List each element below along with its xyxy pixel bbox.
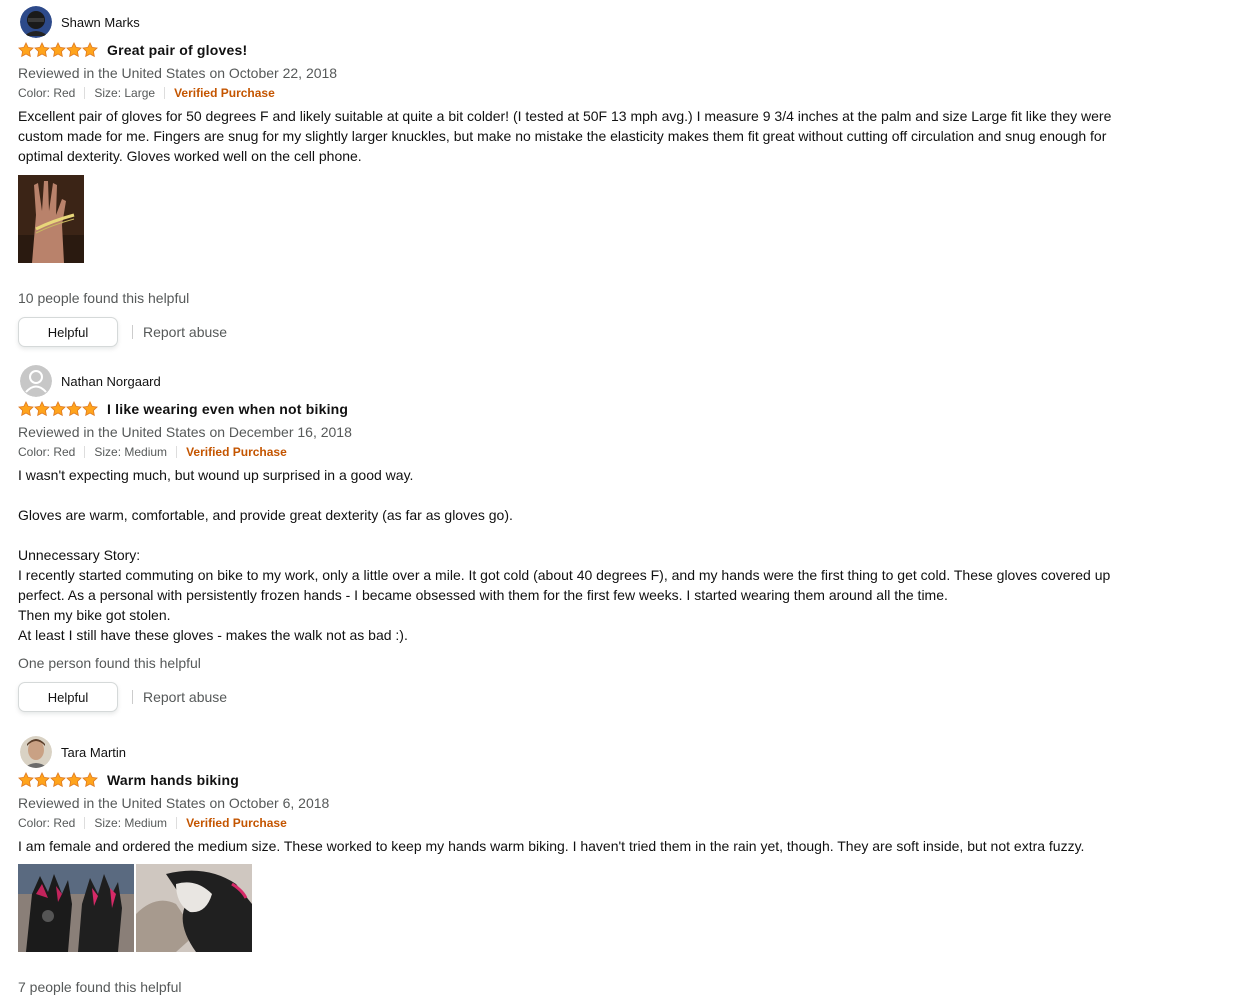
review-photo-thumbnail[interactable] — [18, 175, 84, 268]
star-icon — [50, 401, 66, 417]
star-icon — [34, 401, 50, 417]
color-option: Color: Red — [18, 86, 76, 100]
divider — [84, 87, 86, 99]
review-title[interactable]: Great pair of gloves! — [107, 42, 247, 58]
helpful-count: 7 people found this helpful — [18, 979, 182, 995]
reviewer-profile[interactable]: Nathan Norgaard — [18, 364, 1238, 398]
verified-purchase-badge: Verified Purchase — [174, 86, 275, 100]
star-icon — [66, 42, 82, 58]
divider — [164, 87, 166, 99]
divider — [176, 446, 178, 458]
star-icon — [50, 42, 66, 58]
avatar — [20, 6, 52, 38]
review-paragraph — [18, 485, 1133, 505]
review-photo-thumbnail[interactable] — [136, 864, 252, 957]
helpful-button[interactable]: Helpful — [18, 317, 118, 347]
review-title[interactable]: I like wearing even when not biking — [107, 401, 348, 417]
star-icon — [18, 42, 34, 58]
review-paragraph: Gloves are warm, comfortable, and provid… — [18, 507, 513, 523]
star-rating[interactable] — [18, 401, 98, 417]
divider — [84, 817, 86, 829]
color-option: Color: Red — [18, 445, 76, 459]
reviewer-name: Tara Martin — [61, 744, 127, 760]
review-paragraph: Unnecessary Story: — [18, 547, 141, 563]
report-abuse-link[interactable]: Report abuse — [143, 689, 227, 705]
star-icon — [34, 42, 50, 58]
review: Tara Martin Warm hands biking Reviewed i… — [18, 735, 1238, 997]
report-abuse-link[interactable]: Report abuse — [143, 324, 227, 340]
star-icon — [34, 772, 50, 788]
review: Nathan Norgaard I like wearing even when… — [18, 364, 1238, 712]
reviewer-name: Nathan Norgaard — [61, 373, 161, 389]
avatar — [20, 736, 52, 768]
review-paragraph: At least I still have these gloves - mak… — [18, 627, 408, 643]
review-paragraph: Then my bike got stolen. — [18, 607, 171, 623]
reviewer-name: Shawn Marks — [61, 14, 140, 30]
review-paragraph: I am female and ordered the medium size.… — [18, 838, 1085, 854]
star-icon — [66, 401, 82, 417]
review-date: Reviewed in the United States on Decembe… — [18, 424, 352, 440]
review-paragraph: I recently started commuting on bike to … — [18, 567, 1111, 603]
verified-purchase-badge: Verified Purchase — [186, 816, 287, 830]
review-body: I wasn't expecting much, but wound up su… — [18, 465, 1133, 645]
size-option: Size: Large — [94, 86, 156, 100]
review-date: Reviewed in the United States on October… — [18, 795, 330, 811]
divider — [132, 325, 133, 339]
star-icon — [50, 772, 66, 788]
star-rating[interactable] — [18, 42, 98, 58]
star-icon — [18, 772, 34, 788]
review: Shawn Marks Great pair of gloves! Review… — [18, 5, 1238, 347]
size-option: Size: Medium — [94, 816, 168, 830]
review-date: Reviewed in the United States on October… — [18, 65, 338, 81]
star-icon — [82, 42, 98, 58]
product-format[interactable]: Color: Red Size: Medium Verified Purchas… — [18, 813, 1238, 833]
helpful-count: One person found this helpful — [18, 655, 201, 671]
star-icon — [66, 772, 82, 788]
avatar — [20, 365, 52, 397]
reviewer-profile[interactable]: Tara Martin — [18, 735, 1238, 769]
review-paragraph: Excellent pair of gloves for 50 degrees … — [18, 108, 1112, 164]
star-icon — [18, 401, 34, 417]
star-icon — [82, 772, 98, 788]
divider — [84, 446, 86, 458]
review-paragraph — [18, 525, 1133, 545]
product-format[interactable]: Color: Red Size: Medium Verified Purchas… — [18, 442, 1238, 462]
product-format[interactable]: Color: Red Size: Large Verified Purchase — [18, 83, 1238, 103]
review-title[interactable]: Warm hands biking — [107, 772, 239, 788]
size-option: Size: Medium — [94, 445, 168, 459]
star-rating[interactable] — [18, 772, 98, 788]
color-option: Color: Red — [18, 816, 76, 830]
review-paragraph: I wasn't expecting much, but wound up su… — [18, 467, 414, 483]
verified-purchase-badge: Verified Purchase — [186, 445, 287, 459]
helpful-button[interactable]: Helpful — [18, 682, 118, 712]
divider — [176, 817, 178, 829]
divider — [132, 690, 133, 704]
helpful-count: 10 people found this helpful — [18, 290, 190, 306]
review-body: Excellent pair of gloves for 50 degrees … — [18, 106, 1133, 166]
star-icon — [82, 401, 98, 417]
reviewer-profile[interactable]: Shawn Marks — [18, 5, 1238, 39]
review-photo-thumbnail[interactable] — [18, 864, 134, 957]
review-body: I am female and ordered the medium size.… — [18, 836, 1133, 856]
